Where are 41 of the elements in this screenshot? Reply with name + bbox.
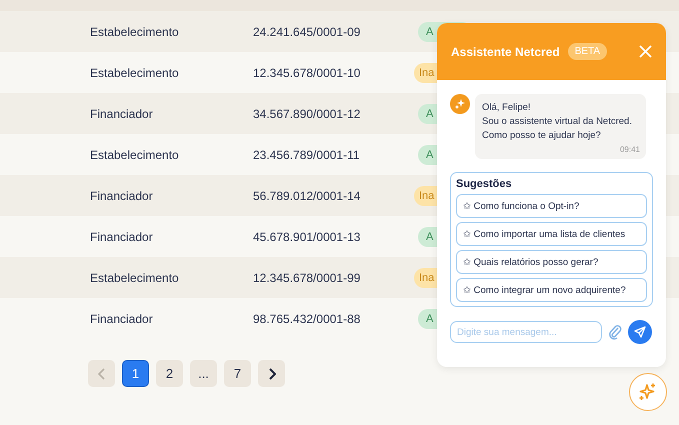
table-cell-text: Estabelecimento [90, 148, 180, 162]
suggestion-button[interactable]: ✩ Como funciona o Opt-in? [456, 194, 647, 218]
message-time: 09:41 [620, 145, 640, 154]
table-cell-text: 12.345.678/0001-99 [253, 270, 362, 284]
sparkle-icon [638, 382, 658, 402]
page-button[interactable]: 7 [224, 360, 251, 387]
table-cell-text: 23.456.789/0001-11 [253, 148, 361, 162]
page-button[interactable]: ... [190, 360, 217, 387]
send-button[interactable] [628, 320, 652, 344]
message-input[interactable]: Digite sua mensagem... [450, 321, 602, 343]
close-icon[interactable] [639, 45, 652, 58]
table-cell-text: Financiador [90, 312, 154, 326]
message-text: Olá, Felipe! [482, 101, 532, 115]
page-button[interactable]: 1 [122, 360, 149, 387]
table-cell-text: Estabelecimento [90, 270, 180, 284]
message-text: Como posso te ajudar hoje? [482, 129, 602, 143]
table-cell-text: 34.567.890/0001-12 [253, 106, 362, 120]
table-cell-text: Estabelecimento [90, 24, 180, 38]
beta-badge: BETA [568, 43, 608, 60]
message-text: Sou o assistente virtual da Netcred. [482, 115, 633, 129]
page-button[interactable]: 2 [156, 360, 183, 387]
suggestion-button[interactable]: ✩ Como integrar um novo adquirente? [456, 278, 647, 302]
assistant-button[interactable] [629, 373, 667, 411]
chevron-left-icon [98, 368, 106, 380]
chevron-right-icon [268, 368, 276, 380]
table-cell-text: Estabelecimento [90, 66, 180, 80]
sparkle-avatar-icon [450, 94, 470, 114]
suggestion-button[interactable]: ✩ Como importar uma lista de clientes [456, 222, 647, 246]
chat-title: Assistente Netcred [451, 44, 560, 58]
next-page-button[interactable] [258, 360, 285, 387]
table-cell-text: Financiador [90, 106, 154, 120]
table-cell-text: 56.789.012/0001-14 [253, 188, 362, 202]
send-icon [634, 326, 646, 338]
table-cell-text: Financiador [90, 230, 154, 244]
suggestion-button[interactable]: ✩ Quais relatórios posso gerar? [456, 250, 647, 274]
table-cell-text: Financiador [90, 188, 154, 202]
paperclip-icon[interactable] [608, 324, 622, 340]
table-cell-text: 45.678.901/0001-13 [253, 230, 362, 244]
table-cell-text: 98.765.432/0001-88 [253, 312, 362, 326]
table-cell-text: 24.241.645/0001-09 [253, 24, 362, 38]
table-cell-text: 12.345.678/0001-10 [253, 66, 362, 80]
